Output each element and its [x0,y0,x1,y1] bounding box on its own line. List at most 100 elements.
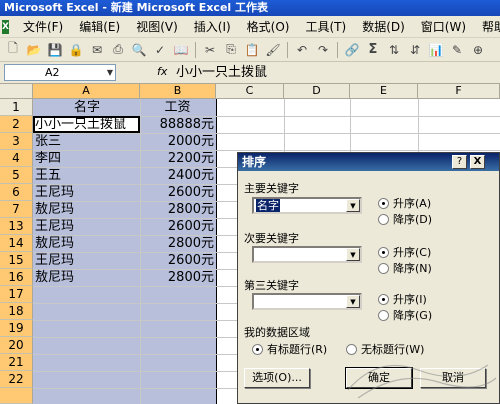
options-button[interactable]: 选项(O)... [244,368,310,388]
cell-name[interactable]: 小小一只土拨鼠 [35,116,139,133]
cell-b1[interactable]: 工资 [141,99,215,116]
row-header[interactable]: 13 [0,218,33,235]
open-icon[interactable]: 📂 [25,41,43,59]
cell-name[interactable]: 王尼玛 [35,184,139,201]
hyperlink-icon[interactable]: 🔗 [343,41,361,59]
spelling-icon[interactable]: ✓ [151,41,169,59]
column-header-a[interactable]: A [33,84,140,99]
cell-salary[interactable]: 2600元 [141,218,215,235]
cell-salary[interactable]: 2800元 [141,201,215,218]
cell-a1[interactable]: 名字 [35,99,139,116]
fx-icon[interactable]: fx [157,65,167,78]
cell-salary[interactable]: 2600元 [141,184,215,201]
menu-data[interactable]: 数据(D) [354,17,413,37]
formula-input[interactable]: 小小一只土拨鼠 [176,64,498,81]
cell-name[interactable]: 李四 [35,150,139,167]
cell-name[interactable]: 王五 [35,167,139,184]
cell-salary[interactable]: 2800元 [141,269,215,286]
zoom-icon[interactable]: ⊕ [469,41,487,59]
permission-icon[interactable]: 🔒 [67,41,85,59]
cell-name[interactable]: 敖尼玛 [35,235,139,252]
column-header-c[interactable]: C [216,84,284,99]
format-painter-icon[interactable]: 🖌 [264,41,282,59]
column-header-e[interactable]: E [350,84,418,99]
row-header[interactable]: 4 [0,150,33,167]
print-icon[interactable]: ⎙ [109,41,127,59]
name-box[interactable]: A2 ▼ [4,64,116,81]
chevron-down-icon[interactable]: ▼ [346,199,360,212]
row-header[interactable]: 5 [0,167,33,184]
menu-tools[interactable]: 工具(T) [297,17,354,37]
column-header-d[interactable]: D [284,84,350,99]
row-header[interactable]: 14 [0,235,33,252]
cell-salary[interactable]: 2200元 [141,150,215,167]
paste-icon[interactable]: 📋 [243,41,261,59]
cell-name[interactable]: 敖尼玛 [35,269,139,286]
row-header[interactable]: 19 [0,320,33,337]
email-icon[interactable]: ✉ [88,41,106,59]
menu-help[interactable]: 帮助(H) [474,17,500,37]
menu-edit[interactable]: 编辑(E) [71,17,128,37]
chart-wizard-icon[interactable]: 📊 [427,41,445,59]
menu-format[interactable]: 格式(O) [239,17,298,37]
secondary-key-select[interactable]: ▼ [252,246,362,263]
cell-name[interactable]: 敖尼玛 [35,201,139,218]
secondary-asc-radio[interactable]: 升序(C) [378,244,431,260]
primary-asc-radio[interactable]: 升序(A) [378,195,431,211]
excel-app-icon[interactable]: X [2,19,9,34]
new-icon[interactable]: 🗋 [4,41,22,59]
menu-file[interactable]: 文件(F) [15,17,71,37]
cell-name[interactable]: 王尼玛 [35,218,139,235]
primary-key-select[interactable]: 名字 ▼ [252,197,362,214]
chevron-down-icon[interactable]: ▼ [346,295,360,308]
save-icon[interactable]: 💾 [46,41,64,59]
help-button[interactable]: ? [452,155,467,169]
sort-descending-icon[interactable]: ⇵ [406,41,424,59]
column-header-b[interactable]: B [140,84,216,99]
menu-view[interactable]: 视图(V) [128,17,186,37]
cell-salary[interactable]: 88888元 [141,116,215,133]
tertiary-desc-radio[interactable]: 降序(G) [378,307,432,323]
cell-name[interactable]: 张三 [35,133,139,150]
cell-salary[interactable]: 2400元 [141,167,215,184]
row-header[interactable]: 7 [0,201,33,218]
cell-name[interactable]: 王尼玛 [35,252,139,269]
has-header-radio[interactable]: 有标题行(R) [252,341,327,357]
cell-salary[interactable]: 2600元 [141,252,215,269]
research-icon[interactable]: 📖 [172,41,190,59]
tertiary-asc-radio[interactable]: 升序(I) [378,291,427,307]
autosum-icon[interactable]: Σ [364,41,382,59]
drawing-icon[interactable]: ✎ [448,41,466,59]
redo-icon[interactable]: ↷ [314,41,332,59]
column-header-f[interactable]: F [418,84,500,99]
row-header[interactable]: 20 [0,337,33,354]
menu-insert[interactable]: 插入(I) [186,17,239,37]
row-header[interactable]: 3 [0,133,33,150]
primary-desc-radio[interactable]: 降序(D) [378,211,432,227]
close-icon[interactable]: X [470,155,485,169]
row-header[interactable]: 6 [0,184,33,201]
undo-icon[interactable]: ↶ [293,41,311,59]
chevron-down-icon[interactable]: ▼ [107,65,113,80]
chevron-down-icon[interactable]: ▼ [346,248,360,261]
row-header[interactable] [0,388,33,404]
row-header[interactable]: 17 [0,286,33,303]
row-header[interactable]: 21 [0,354,33,371]
copy-icon[interactable]: ⎘ [222,41,240,59]
dialog-title-text: 排序 [242,155,267,169]
row-header[interactable]: 2 [0,116,33,133]
row-header[interactable]: 18 [0,303,33,320]
menu-window[interactable]: 窗口(W) [413,17,474,37]
row-header[interactable]: 1 [0,99,33,116]
secondary-desc-radio[interactable]: 降序(N) [378,260,432,276]
print-preview-icon[interactable]: 🔍 [130,41,148,59]
sort-ascending-icon[interactable]: ⇅ [385,41,403,59]
cell-salary[interactable]: 2000元 [141,133,215,150]
row-header[interactable]: 16 [0,269,33,286]
cut-icon[interactable]: ✂ [201,41,219,59]
select-all-corner[interactable] [0,84,33,99]
tertiary-key-select[interactable]: ▼ [252,293,362,310]
cell-salary[interactable]: 2800元 [141,235,215,252]
row-header[interactable]: 15 [0,252,33,269]
row-header[interactable]: 22 [0,371,33,388]
